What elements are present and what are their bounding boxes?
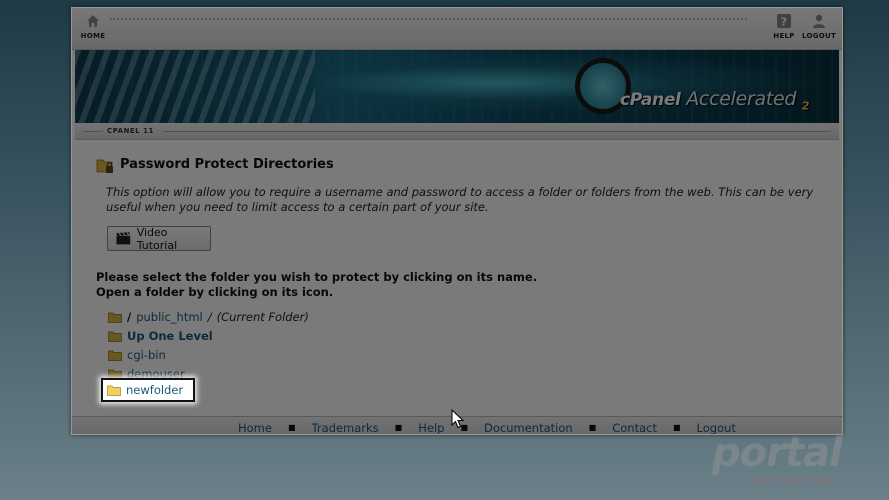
folder-icon[interactable]	[107, 385, 121, 396]
footer-links: Home ■ Trademarks ■ Help ■ Documentation…	[222, 421, 752, 434]
footer-separator: ■	[394, 423, 403, 432]
folder-instructions: Please select the folder you wish to pro…	[96, 270, 537, 300]
breadcrumb[interactable]: CPANEL 11	[107, 127, 154, 135]
instruction-line-1: Please select the folder you wish to pro…	[96, 270, 538, 284]
footer-separator: ■	[672, 423, 681, 432]
folder-icon[interactable]	[108, 331, 122, 342]
logo-version: 2	[801, 99, 810, 113]
root-link[interactable]: /	[127, 310, 131, 324]
svg-text:?: ?	[781, 16, 788, 29]
breadcrumb-line-right	[163, 131, 831, 132]
video-tutorial-label: Video Tutorial	[136, 225, 178, 252]
user-logout-icon	[813, 14, 825, 28]
browser-page: HOME ? HELP LOGOUT cPanel Accelerated 2	[71, 7, 843, 435]
folder-lock-icon	[96, 159, 113, 173]
home-icon	[87, 15, 99, 27]
footer-trademarks-link[interactable]: Trademarks	[296, 421, 395, 434]
folder-row-cgi-bin: cgi-bin	[108, 348, 166, 362]
folder-icon[interactable]	[108, 350, 122, 361]
watermark-main: portal	[712, 430, 843, 476]
network-cables-image	[75, 50, 315, 123]
cpanel-banner: cPanel Accelerated 2	[75, 50, 839, 123]
folder-icon[interactable]	[108, 312, 122, 323]
up-one-level-link[interactable]: Up One Level	[127, 329, 213, 343]
home-label: HOME	[80, 32, 106, 40]
page-description: This option will allow you to require a …	[106, 185, 814, 214]
public-html-link[interactable]: public_html	[136, 310, 203, 324]
breadcrumb-line-left	[83, 131, 103, 132]
page-title: Password Protect Directories	[120, 157, 334, 172]
footer-documentation-link[interactable]: Documentation	[468, 421, 589, 434]
breadcrumb-bar: CPANEL 11	[75, 123, 839, 140]
help-icon: ?	[777, 14, 791, 29]
newfolder-link[interactable]: newfolder	[126, 383, 183, 397]
watermark-sub: pro hosting	[752, 476, 833, 486]
mouse-cursor-icon	[451, 409, 465, 429]
footer-separator: ■	[588, 423, 597, 432]
logo-accelerated: Accelerated	[686, 88, 797, 110]
current-folder-row: / public_html / (Current Folder)	[108, 310, 309, 324]
cpanel-logo-text: cPanel Accelerated 2	[620, 88, 809, 112]
logo-brand: cPanel	[620, 90, 681, 110]
help-button[interactable]: ? HELP	[766, 13, 802, 40]
instruction-line-2: Open a folder by clicking on its icon.	[96, 285, 334, 299]
footer-home-link[interactable]: Home	[222, 421, 288, 434]
top-toolbar: HOME ? HELP LOGOUT	[72, 8, 842, 50]
help-label: HELP	[773, 32, 795, 40]
logout-button[interactable]: LOGOUT	[801, 13, 837, 40]
toolbar-divider	[110, 18, 747, 24]
footer-separator: ■	[287, 423, 296, 432]
cgi-bin-link[interactable]: cgi-bin	[127, 348, 166, 362]
footer-contact-link[interactable]: Contact	[596, 421, 673, 434]
video-tutorial-button[interactable]: Video Tutorial	[107, 225, 211, 252]
folder-row-newfolder-highlighted[interactable]: newfolder	[101, 378, 195, 402]
clapperboard-icon	[116, 232, 131, 245]
watermark-logo: portal pro hosting	[712, 430, 862, 490]
up-one-level-row: Up One Level	[108, 329, 213, 343]
current-folder-note: (Current Folder)	[216, 310, 309, 324]
home-button[interactable]: HOME	[75, 13, 111, 40]
logout-label: LOGOUT	[801, 32, 837, 40]
path-separator: /	[207, 310, 212, 324]
